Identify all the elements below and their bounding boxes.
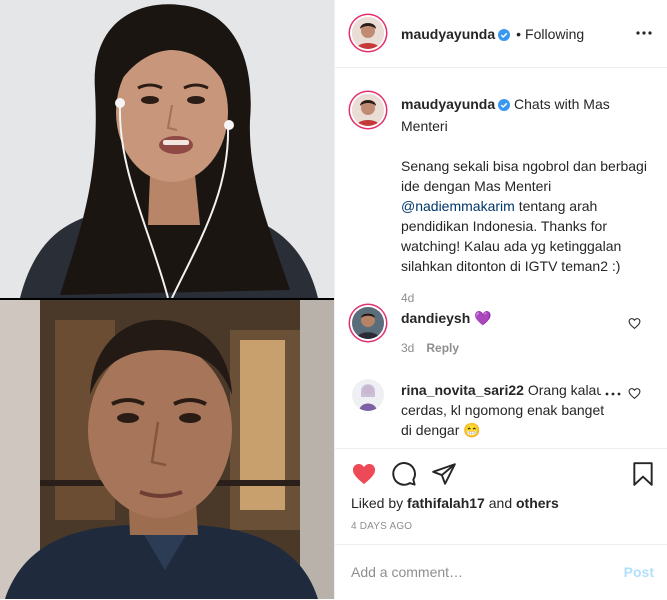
comment-text: 💜	[474, 310, 492, 326]
post-sidebar: maudyayunda • Following maudyayunda Chats …	[334, 0, 667, 599]
following-button[interactable]: Following	[525, 26, 584, 42]
author-username[interactable]: maudyayunda	[401, 26, 495, 42]
caption-avatar[interactable]	[352, 94, 384, 126]
save-button[interactable]	[630, 461, 656, 487]
comment-like-icon[interactable]	[628, 387, 641, 400]
likes-others-link[interactable]: others	[516, 495, 559, 511]
comment-username[interactable]: rina_novita_sari22	[401, 382, 524, 398]
comments-section: maudyayunda Chats with Mas Menteri Senan…	[335, 68, 667, 448]
likes-user-link[interactable]: fathifalah17	[407, 495, 485, 511]
post-date[interactable]: 4 DAYS AGO	[351, 521, 412, 532]
likes-prefix: Liked by	[351, 495, 404, 511]
caption-body-1: Senang sekali bisa ngobrol dan berbagi i…	[401, 158, 647, 194]
comment-username[interactable]: dandieysh	[401, 310, 470, 326]
comment-meta: 3d Reply	[401, 341, 459, 355]
header-separator: •	[516, 26, 522, 42]
likes-joiner: and	[488, 495, 513, 511]
reply-button[interactable]: Reply	[426, 341, 459, 355]
caption-age[interactable]: 4d	[401, 288, 651, 308]
bookmark-icon	[630, 462, 656, 490]
likes-summary: Liked by fathifalah17 and others	[351, 495, 559, 511]
add-comment-bar: Post	[335, 544, 667, 600]
comment-avatar[interactable]	[352, 307, 384, 339]
video-feed-bottom	[0, 300, 334, 599]
like-button[interactable]	[351, 461, 377, 487]
comment-bubble-icon	[391, 462, 417, 490]
post-actions: Liked by fathifalah17 and others 4 DAYS …	[335, 448, 667, 545]
comment-row: dandieysh 💜	[401, 310, 492, 327]
comment-like-icon[interactable]	[628, 317, 641, 330]
video-feed-top	[0, 0, 334, 298]
post-comment-button[interactable]: Post	[624, 564, 654, 580]
verified-badge-icon	[498, 28, 511, 44]
comment-avatar[interactable]	[352, 379, 384, 411]
comment-age[interactable]: 3d	[401, 341, 414, 355]
comment-row: rina_novita_sari22 Orang kalau cerdas, k…	[401, 380, 605, 440]
verified-badge-icon	[498, 96, 511, 116]
caption-mention-link[interactable]: @nadiemmakarim	[401, 198, 515, 214]
author-avatar[interactable]	[352, 17, 384, 49]
caption-username[interactable]: maudyayunda	[401, 96, 495, 112]
post-header: maudyayunda • Following	[335, 0, 667, 68]
more-options-icon[interactable]	[635, 26, 653, 43]
comment-input[interactable]	[351, 561, 601, 583]
comment-button[interactable]	[391, 461, 417, 487]
caption: maudyayunda Chats with Mas Menteri Senan…	[401, 94, 651, 308]
share-button[interactable]	[431, 461, 457, 487]
heart-filled-icon	[351, 464, 377, 490]
comment-options-icon[interactable]	[601, 385, 625, 401]
paper-plane-icon	[431, 463, 457, 490]
post-media[interactable]	[0, 0, 334, 599]
